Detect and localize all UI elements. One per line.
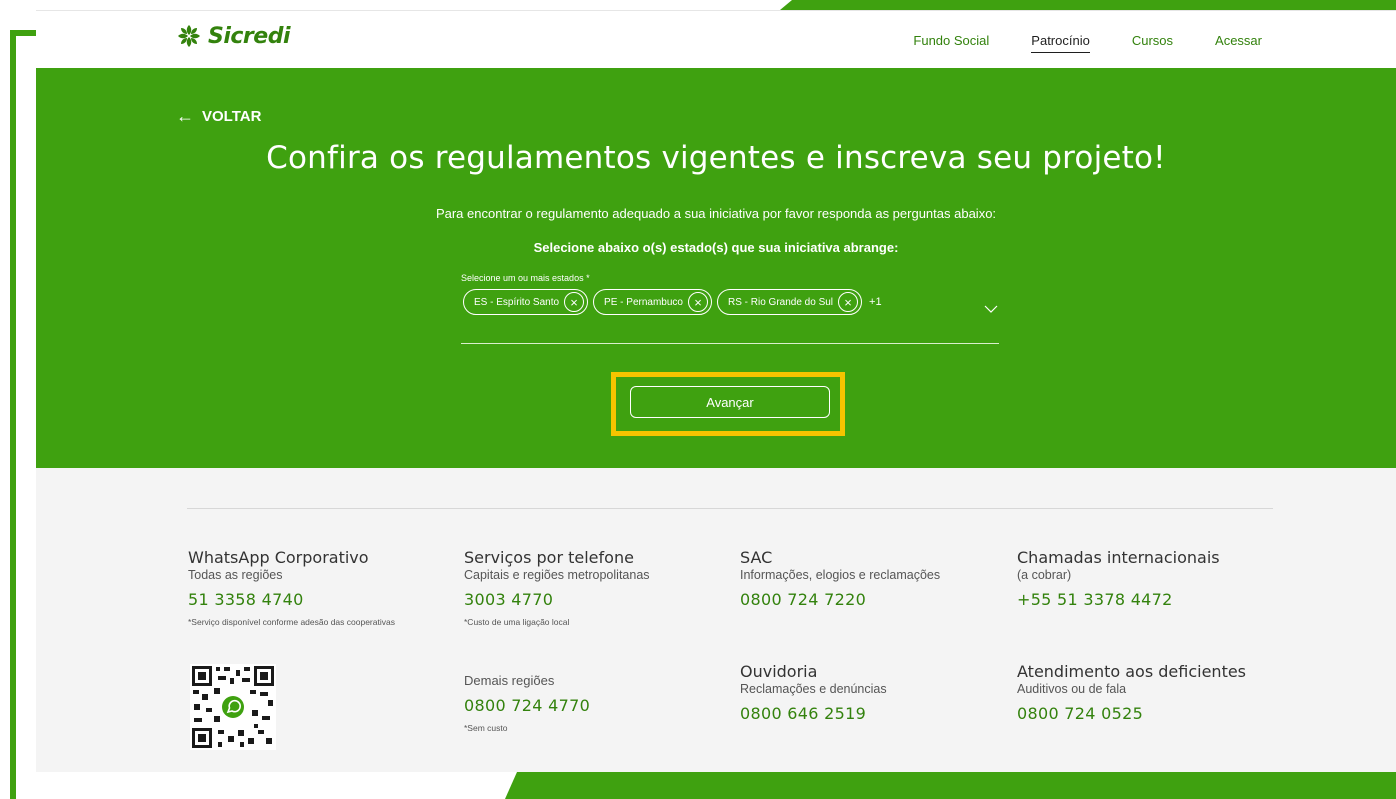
sicredi-logo[interactable]: Sicredi: [176, 23, 291, 49]
close-circle-icon[interactable]: ×: [564, 292, 585, 312]
logo-text: Sicredi: [208, 23, 291, 49]
contact-title: Chamadas internacionais: [1017, 548, 1220, 567]
contact-phone[interactable]: 0800 724 4770: [464, 696, 714, 715]
nav-cursos[interactable]: Cursos: [1132, 33, 1173, 53]
state-select-label: Selecione um ou mais estados *: [461, 273, 590, 283]
decorative-bottom-band: [505, 772, 1396, 799]
contact-phone[interactable]: 3003 4770: [464, 590, 714, 609]
contact-internacionais: Chamadas internacionais (a cobrar) +55 5…: [1017, 548, 1297, 609]
state-multiselect[interactable]: ES - Espírito Santo × PE - Pernambuco × …: [463, 289, 882, 315]
contact-note: *Custo de uma ligação local: [464, 617, 570, 627]
qr-code-icon[interactable]: [190, 664, 276, 750]
chevron-down-icon[interactable]: [984, 304, 998, 314]
contact-footer: WhatsApp Corporativo Todas as regiões 51…: [36, 468, 1396, 772]
hero-section: ← VOLTAR Confira os regulamentos vigente…: [36, 68, 1396, 468]
contact-title: Ouvidoria: [740, 662, 818, 681]
select-underline: [461, 343, 999, 344]
contact-note: *Sem custo: [464, 723, 508, 733]
contact-title: Serviços por telefone: [464, 548, 634, 567]
contact-sub: (a cobrar): [1017, 568, 1072, 582]
chip-label: RS - Rio Grande do Sul: [727, 296, 834, 308]
nav-acessar[interactable]: Acessar: [1215, 33, 1262, 53]
main-nav: Fundo Social Patrocínio Cursos Acessar: [913, 33, 1262, 53]
nav-fundo-social[interactable]: Fundo Social: [913, 33, 989, 53]
contact-phone[interactable]: +55 51 3378 4472: [1017, 590, 1297, 609]
decorative-top-band: [780, 0, 1396, 10]
sicredi-logo-icon: [178, 25, 200, 47]
contact-sub: Reclamações e denúncias: [740, 682, 887, 696]
decorative-left-bar-top: [10, 30, 36, 36]
contact-sub: Todas as regiões: [188, 568, 283, 582]
contact-sac: SAC Informações, elogios e reclamações 0…: [740, 548, 1000, 609]
contact-ouvidoria: Ouvidoria Reclamações e denúncias 0800 6…: [740, 662, 1000, 723]
page-subtitle: Para encontrar o regulamento adequado a …: [435, 206, 997, 221]
contact-sub: Demais regiões: [464, 673, 555, 688]
page-title: Confira os regulamentos vigentes e inscr…: [266, 140, 1166, 176]
contact-deficientes: Atendimento aos deficientes Auditivos ou…: [1017, 662, 1307, 723]
contact-sub: Informações, elogios e reclamações: [740, 568, 941, 582]
contact-demais: Demais regiões 0800 724 4770 *Sem custo: [464, 672, 714, 734]
state-chip: ES - Espírito Santo ×: [463, 289, 589, 315]
state-question: Selecione abaixo o(s) estado(s) que sua …: [533, 240, 899, 255]
back-link[interactable]: ← VOLTAR: [176, 106, 261, 127]
contact-phone[interactable]: 51 3358 4740: [188, 590, 428, 609]
more-count: +1: [869, 296, 882, 308]
chip-label: PE - Pernambuco: [604, 296, 683, 308]
contact-title: SAC: [740, 548, 773, 567]
contact-sub: Auditivos ou de fala: [1017, 682, 1127, 696]
contact-note: *Serviço disponível conforme adesão das …: [188, 617, 395, 627]
state-chip: RS - Rio Grande do Sul ×: [716, 289, 863, 315]
contact-phone[interactable]: 0800 724 7220: [740, 590, 1000, 609]
contact-title: WhatsApp Corporativo: [188, 548, 369, 567]
arrow-left-icon: ←: [176, 106, 194, 126]
nav-patrocinio[interactable]: Patrocínio: [1031, 33, 1090, 53]
contact-sub: Capitais e regiões metropolitanas: [464, 568, 650, 582]
footer-divider: [187, 508, 1273, 509]
contact-whatsapp: WhatsApp Corporativo Todas as regiões 51…: [188, 548, 428, 628]
site-header: Sicredi Fundo Social Patrocínio Cursos A…: [36, 10, 1396, 68]
close-circle-icon[interactable]: ×: [838, 292, 859, 312]
decorative-left-bar: [10, 30, 16, 799]
contact-phone[interactable]: 0800 646 2519: [740, 704, 1000, 723]
contact-telefone: Serviços por telefone Capitais e regiões…: [464, 548, 714, 628]
page: Sicredi Fundo Social Patrocínio Cursos A…: [0, 0, 1396, 799]
close-circle-icon[interactable]: ×: [687, 292, 708, 312]
contact-phone[interactable]: 0800 724 0525: [1017, 704, 1307, 723]
chip-label: ES - Espírito Santo: [474, 296, 560, 308]
contact-title: Atendimento aos deficientes: [1017, 662, 1247, 681]
back-label: VOLTAR: [202, 108, 262, 125]
state-chip: PE - Pernambuco ×: [593, 289, 712, 315]
advance-button[interactable]: Avançar: [630, 386, 830, 418]
